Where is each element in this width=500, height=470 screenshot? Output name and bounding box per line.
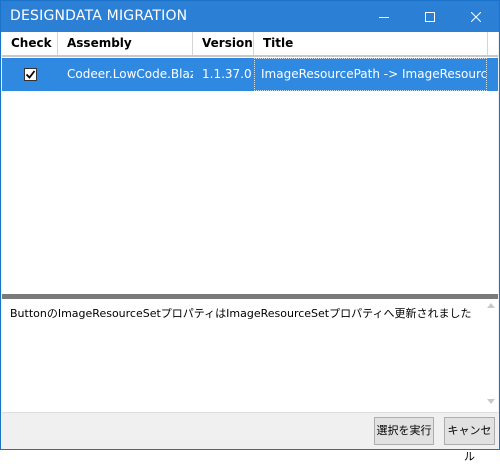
title-bar[interactable]: DESIGNDATA MIGRATION	[1, 1, 499, 32]
details-scrollbar[interactable]	[484, 299, 498, 412]
minimize-button[interactable]	[361, 1, 407, 32]
check-cell	[2, 58, 58, 91]
row-checkbox[interactable]	[24, 68, 37, 81]
close-icon	[471, 11, 481, 22]
column-header-check[interactable]: Check	[2, 32, 58, 55]
minimize-icon	[379, 16, 389, 18]
table-row[interactable]: Codeer.LowCode.Blazor 1.1.37.0 ImageReso…	[2, 58, 498, 91]
migration-grid: Check Assembly Version Title Codeer.LowC…	[2, 32, 498, 294]
details-text: ButtonのImageResourceSetプロパティはImageResour…	[10, 307, 472, 320]
scroll-up-icon[interactable]	[487, 303, 495, 308]
maximize-icon	[425, 11, 435, 22]
execute-selected-button[interactable]: 選択を実行	[374, 417, 434, 445]
version-cell: 1.1.37.0	[202, 67, 252, 81]
column-header-title[interactable]: Title	[254, 32, 488, 55]
maximize-button[interactable]	[407, 1, 453, 32]
cancel-button[interactable]: キャンセル	[444, 417, 495, 463]
checkmark-icon	[25, 70, 36, 79]
migration-window: DESIGNDATA MIGRATION Check Assembly Vers…	[0, 0, 500, 463]
column-header-assembly[interactable]: Assembly	[58, 32, 193, 55]
window-title: DESIGNDATA MIGRATION	[10, 8, 188, 24]
assembly-cell: Codeer.LowCode.Blazor	[67, 67, 193, 81]
scroll-down-icon[interactable]	[487, 399, 495, 404]
column-header-version[interactable]: Version	[193, 32, 254, 55]
details-textbox[interactable]: ButtonのImageResourceSetプロパティはImageResour…	[2, 299, 498, 413]
title-cell: ImageResourcePath -> ImageResourceSet	[254, 58, 487, 91]
close-button[interactable]	[453, 1, 499, 32]
grid-header: Check Assembly Version Title	[2, 32, 498, 57]
